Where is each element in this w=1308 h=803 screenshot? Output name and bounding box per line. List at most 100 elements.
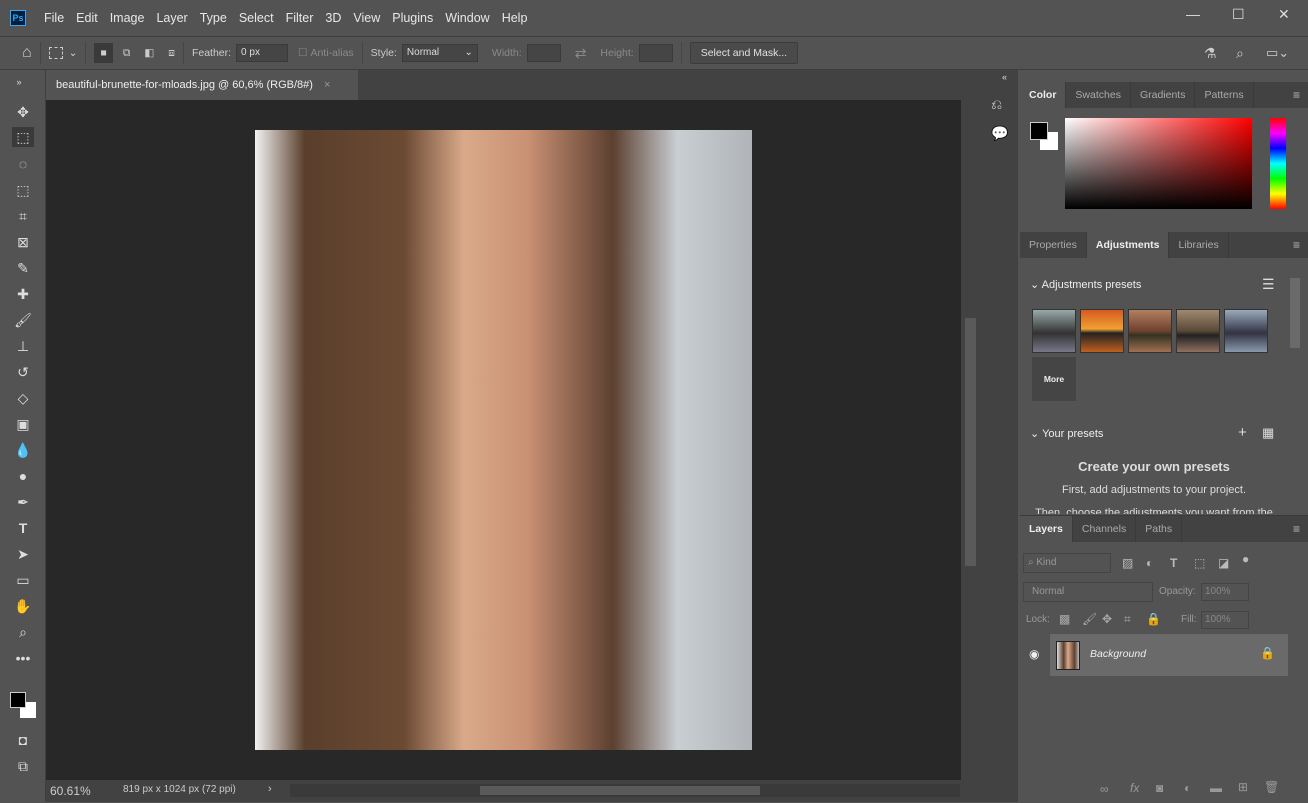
menu-view[interactable]: View (347, 11, 386, 25)
feather-input[interactable]: 0 px (236, 44, 289, 62)
more-presets-button[interactable]: More (1032, 357, 1076, 401)
eye-icon[interactable]: ◉ (1029, 647, 1039, 661)
opacity-input[interactable]: 100% (1201, 583, 1249, 601)
eraser-tool-icon[interactable]: ◇ (12, 388, 34, 408)
lasso-tool-icon[interactable]: ◌ (12, 154, 34, 174)
delete-layer-icon[interactable]: 🗑 (1264, 780, 1279, 794)
menu-window[interactable]: Window (439, 11, 495, 25)
pen-tool-icon[interactable]: ✒ (12, 492, 34, 512)
hue-slider[interactable] (1270, 118, 1286, 209)
close-tab-icon[interactable]: × (324, 79, 330, 91)
menu-layer[interactable]: Layer (150, 11, 193, 25)
dodge-tool-icon[interactable]: ● (12, 466, 34, 486)
foreground-color-swatch[interactable] (10, 692, 26, 708)
object-select-tool-icon[interactable]: ⬚ (12, 180, 34, 200)
close-icon[interactable]: ✕ (1278, 6, 1290, 23)
maximize-icon[interactable]: ☐ (1232, 6, 1245, 23)
tab-libraries[interactable]: Libraries (1169, 232, 1229, 258)
your-presets-header[interactable]: ⌄ Your presets (1030, 427, 1103, 440)
eyedropper-tool-icon[interactable]: ✎ (12, 258, 34, 278)
stamp-tool-icon[interactable]: ⊥ (12, 336, 34, 356)
quick-mask-icon[interactable]: ◘ (12, 730, 34, 750)
fx-icon[interactable]: fx (1130, 781, 1139, 795)
tab-properties[interactable]: Properties (1020, 232, 1087, 258)
swap-icon[interactable]: ⇄ (575, 45, 587, 62)
adjustment-layer-icon[interactable]: ◐ (1184, 781, 1191, 795)
marquee-tool-icon[interactable]: ⬚ (12, 127, 34, 147)
width-input[interactable] (526, 44, 561, 62)
lock-pixels-icon[interactable]: 🖌 (1082, 612, 1097, 626)
color-field[interactable] (1065, 118, 1252, 209)
style-select[interactable]: Normal ⌄ (401, 44, 478, 62)
hand-tool-icon[interactable]: ✋ (12, 596, 34, 616)
chevron-down-icon[interactable]: ⌄ (69, 47, 78, 59)
document-image[interactable] (255, 130, 752, 750)
panel-menu-icon[interactable]: ≡ (1293, 238, 1300, 252)
home-icon[interactable]: ⌂ (22, 44, 32, 62)
vertical-scrollbar[interactable] (961, 100, 980, 780)
expand-icon[interactable]: » (8, 72, 30, 92)
type-tool-icon[interactable]: T (12, 518, 34, 538)
filter-smart-object-icon[interactable]: ◪ (1218, 556, 1229, 570)
intersect-selection-icon[interactable]: ⧈ (168, 47, 175, 60)
preset-thumbnail[interactable] (1080, 309, 1124, 353)
filter-adjustment-icon[interactable]: ◐ (1146, 556, 1153, 570)
history-icon[interactable]: ⎌ (991, 96, 1002, 113)
menu-type[interactable]: Type (194, 11, 233, 25)
menu-help[interactable]: Help (496, 11, 534, 25)
layer-lock-icon[interactable]: 🔒 (1260, 646, 1275, 660)
filter-shape-icon[interactable]: ⬚ (1194, 556, 1205, 570)
preset-thumbnail[interactable] (1032, 309, 1076, 353)
zoom-tool-icon[interactable]: ⌕ (12, 622, 34, 642)
menu-3d[interactable]: 3D (319, 11, 347, 25)
tab-patterns[interactable]: Patterns (1195, 82, 1254, 108)
search-icon[interactable]: ⌕ (1236, 45, 1244, 62)
height-input[interactable] (638, 44, 673, 62)
menu-edit[interactable]: Edit (70, 11, 104, 25)
menu-image[interactable]: Image (104, 11, 151, 25)
workspace-icon[interactable]: ▭⌄ (1266, 45, 1289, 61)
add-preset-icon[interactable]: + (1238, 424, 1247, 441)
add-mask-icon[interactable]: ◙ (1156, 781, 1163, 795)
zoom-level[interactable]: 60.61% (50, 784, 91, 798)
adjustments-presets-header[interactable]: ⌄ Adjustments presets (1030, 278, 1141, 291)
blend-mode-select[interactable]: Normal (1023, 582, 1153, 602)
list-view-icon[interactable]: ☰ (1262, 276, 1275, 293)
lock-position-icon[interactable]: ✥ (1102, 612, 1112, 626)
add-selection-icon[interactable]: ⧉ (123, 47, 131, 60)
move-tool-icon[interactable]: ✥ (12, 102, 34, 122)
rectangle-tool-icon[interactable]: ▭ (12, 570, 34, 590)
path-select-tool-icon[interactable]: ➤ (12, 544, 34, 564)
crop-tool-icon[interactable]: ⌗ (12, 206, 34, 226)
healing-tool-icon[interactable]: ✚ (12, 284, 34, 304)
lock-artboard-icon[interactable]: ⌗ (1124, 612, 1131, 627)
tab-swatches[interactable]: Swatches (1066, 82, 1131, 108)
menu-filter[interactable]: Filter (280, 11, 320, 25)
menu-plugins[interactable]: Plugins (386, 11, 439, 25)
frame-tool-icon[interactable]: ⊠ (12, 232, 34, 252)
screen-mode-icon[interactable]: ⧉ (12, 756, 34, 776)
status-menu-arrow[interactable]: › (268, 783, 272, 795)
kind-filter-select[interactable]: ⌕ Kind (1023, 553, 1111, 573)
more-tools-icon[interactable]: ••• (12, 648, 34, 668)
filter-type-icon[interactable]: T (1170, 556, 1177, 570)
history-brush-icon[interactable]: ↺ (12, 362, 34, 382)
gradient-tool-icon[interactable]: ▣ (12, 414, 34, 434)
menu-select[interactable]: Select (233, 11, 280, 25)
menu-file[interactable]: File (38, 11, 70, 25)
subtract-selection-icon[interactable]: ◧ (144, 47, 154, 59)
panel-menu-icon[interactable]: ≡ (1293, 88, 1300, 102)
layer-name[interactable]: Background (1090, 648, 1146, 660)
preset-thumbnail[interactable] (1128, 309, 1172, 353)
collapse-icon[interactable]: « (1002, 72, 1007, 82)
new-group-icon[interactable]: ▬ (1210, 781, 1222, 795)
tab-paths[interactable]: Paths (1136, 516, 1183, 542)
minimize-icon[interactable]: — (1186, 6, 1200, 22)
marquee-preset-icon[interactable] (48, 47, 63, 59)
new-layer-icon[interactable]: ⊞ (1238, 780, 1248, 794)
fill-input[interactable]: 100% (1201, 611, 1249, 629)
filter-toggle[interactable]: ● (1242, 552, 1249, 566)
blur-tool-icon[interactable]: 💧 (12, 440, 34, 460)
flask-icon[interactable]: ⚗ (1204, 45, 1217, 62)
horizontal-scrollbar[interactable] (290, 784, 960, 797)
